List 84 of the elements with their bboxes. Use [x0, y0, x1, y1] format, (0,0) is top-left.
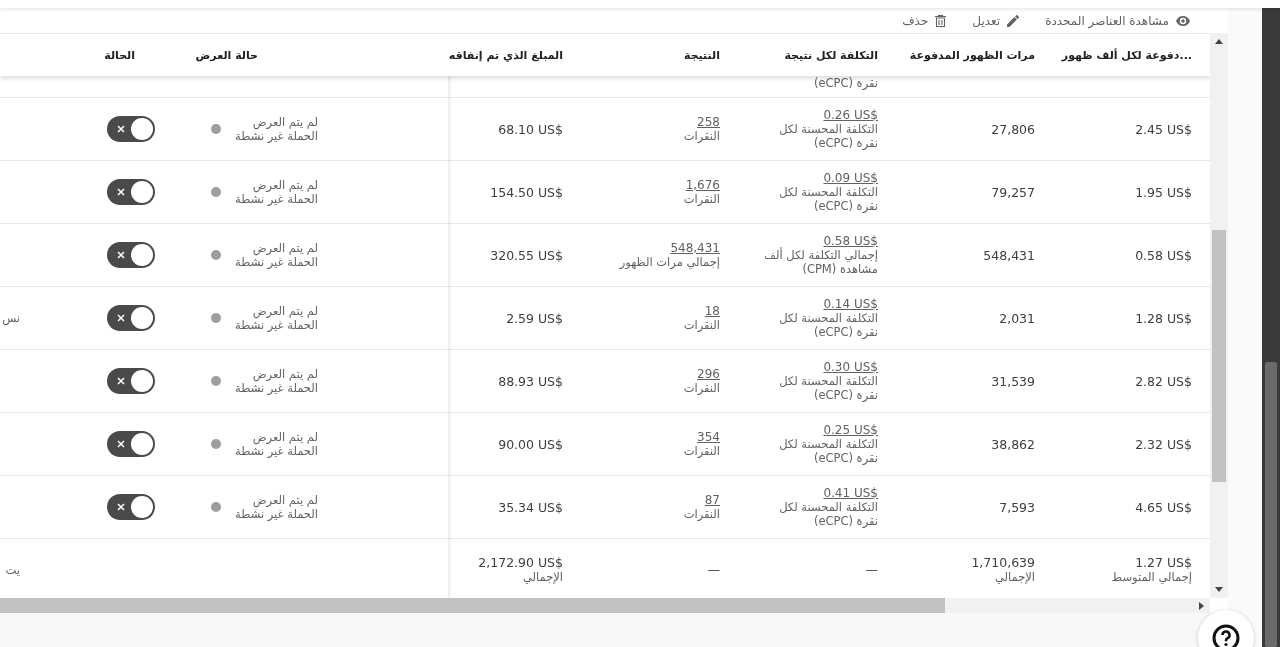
delivery-status: لم يتم العرض: [252, 493, 318, 507]
cost-label: التكلفة المحسنة لكل نقرة (eCPC): [778, 184, 878, 213]
cost-link[interactable]: 0.41 US$: [823, 486, 878, 500]
total-label: الإجمالي: [994, 570, 1035, 584]
cpm-value: 1.28 US$: [1135, 310, 1192, 326]
cost-total: —: [865, 562, 878, 577]
spent-value: 320.55 US$: [490, 247, 563, 263]
delivery-detail: الحملة غير نشطة: [235, 444, 318, 458]
column-header[interactable]: مرات الظهور المدفوعة: [895, 34, 1050, 76]
cost-link[interactable]: 0.26 US$: [823, 108, 878, 122]
delivery-detail: الحملة غير نشطة: [235, 192, 318, 206]
cost-link[interactable]: 0.14 US$: [823, 297, 878, 311]
result-total: —: [707, 562, 720, 577]
table-cell: نس: [2, 311, 20, 325]
result-label: النقرات: [683, 191, 720, 206]
cost-label: نقرة (eCPC): [813, 76, 878, 90]
cpm-total: 1.27 US$: [1135, 555, 1192, 570]
result-link[interactable]: 87: [704, 493, 720, 507]
column-header[interactable]: الحالة: [20, 34, 170, 76]
table-cell: يت: [5, 562, 20, 577]
total-label: إجمالي المتوسط: [1111, 570, 1192, 584]
delivery-status: لم يتم العرض: [252, 430, 318, 444]
result-label: النقرات: [683, 443, 720, 458]
cost-label: التكلفة المحسنة لكل نقرة (eCPC): [778, 436, 878, 465]
column-header[interactable]: حالة العرض: [170, 34, 450, 76]
delivery-status: لم يتم العرض: [252, 367, 318, 381]
cpm-value: 2.45 US$: [1135, 121, 1192, 137]
column-header[interactable]: التكلفة لكل نتيجة: [735, 34, 895, 76]
cost-label: التكلفة المحسنة لكل نقرة (eCPC): [778, 373, 878, 402]
impressions-value: 27,806: [991, 121, 1035, 137]
spent-total: 2,172.90 US$: [478, 555, 563, 570]
cpm-value: 1.95 US$: [1135, 184, 1192, 200]
cost-label: التكلفة المحسنة لكل نقرة (eCPC): [778, 310, 878, 339]
cost-label: إجمالي التكلفة لكل ألف مشاهدة (CPM): [764, 247, 878, 276]
impressions-value: 7,593: [999, 499, 1035, 515]
cost-label: التكلفة المحسنة لكل نقرة (eCPC): [778, 121, 878, 150]
cpm-value: 4.65 US$: [1135, 499, 1192, 515]
result-link[interactable]: 296: [697, 367, 720, 381]
delivery-detail: الحملة غير نشطة: [235, 255, 318, 269]
cost-link[interactable]: 0.30 US$: [823, 360, 878, 374]
cost-label: التكلفة المحسنة لكل نقرة (eCPC): [778, 499, 878, 528]
cpm-value: 0.58 US$: [1135, 247, 1192, 263]
spent-value: 88.93 US$: [498, 373, 563, 389]
result-link[interactable]: 258: [697, 115, 720, 129]
edit-action[interactable]: تعديل: [972, 13, 1020, 28]
delete-action[interactable]: حذف: [902, 13, 947, 28]
impressions-total: 1,710,639: [971, 555, 1035, 570]
cost-link[interactable]: 0.58 US$: [823, 234, 878, 248]
delivery-detail: الحملة غير نشطة: [235, 129, 318, 143]
cost-link[interactable]: 0.09 US$: [823, 171, 878, 185]
column-header[interactable]: النتيجة: [575, 34, 735, 76]
impressions-value: 2,031: [999, 310, 1035, 326]
view-action[interactable]: مشاهدة العناصر المحددة: [1045, 13, 1190, 28]
result-label: النقرات: [683, 128, 720, 143]
cpm-value: 2.32 US$: [1135, 436, 1192, 452]
delivery-detail: الحملة غير نشطة: [235, 507, 318, 521]
result-label: النقرات: [683, 317, 720, 332]
impressions-value: 79,257: [991, 184, 1035, 200]
spent-value: 68.10 US$: [498, 121, 563, 137]
spent-value: 154.50 US$: [490, 184, 563, 200]
delivery-status: لم يتم العرض: [252, 115, 318, 129]
result-label: إجمالي مرات الظهور: [619, 254, 720, 269]
result-link[interactable]: 18: [704, 304, 720, 318]
result-link[interactable]: 548,431: [670, 241, 720, 255]
column-header[interactable]: ...دفوعة لكل ألف ظهور: [1050, 34, 1210, 76]
result-label: النقرات: [683, 380, 720, 395]
spent-value: 2.59 US$: [506, 310, 563, 326]
cpm-value: 2.82 US$: [1135, 373, 1192, 389]
column-header[interactable]: المبلغ الذي تم إنفاقه: [450, 34, 575, 76]
impressions-value: 38,862: [991, 436, 1035, 452]
delivery-status: لم يتم العرض: [252, 304, 318, 318]
delivery-status: لم يتم العرض: [252, 178, 318, 192]
result-link[interactable]: 354: [697, 430, 720, 444]
impressions-value: 31,539: [991, 373, 1035, 389]
delivery-detail: الحملة غير نشطة: [235, 318, 318, 332]
result-label: النقرات: [683, 506, 720, 521]
cost-link[interactable]: 0.25 US$: [823, 423, 878, 437]
impressions-value: 548,431: [983, 247, 1035, 263]
total-label: الإجمالي: [522, 570, 563, 584]
delivery-status: لم يتم العرض: [252, 241, 318, 255]
spent-value: 35.34 US$: [498, 499, 563, 515]
delivery-detail: الحملة غير نشطة: [235, 381, 318, 395]
result-link[interactable]: 1,676: [685, 178, 720, 192]
spent-value: 90.00 US$: [498, 436, 563, 452]
